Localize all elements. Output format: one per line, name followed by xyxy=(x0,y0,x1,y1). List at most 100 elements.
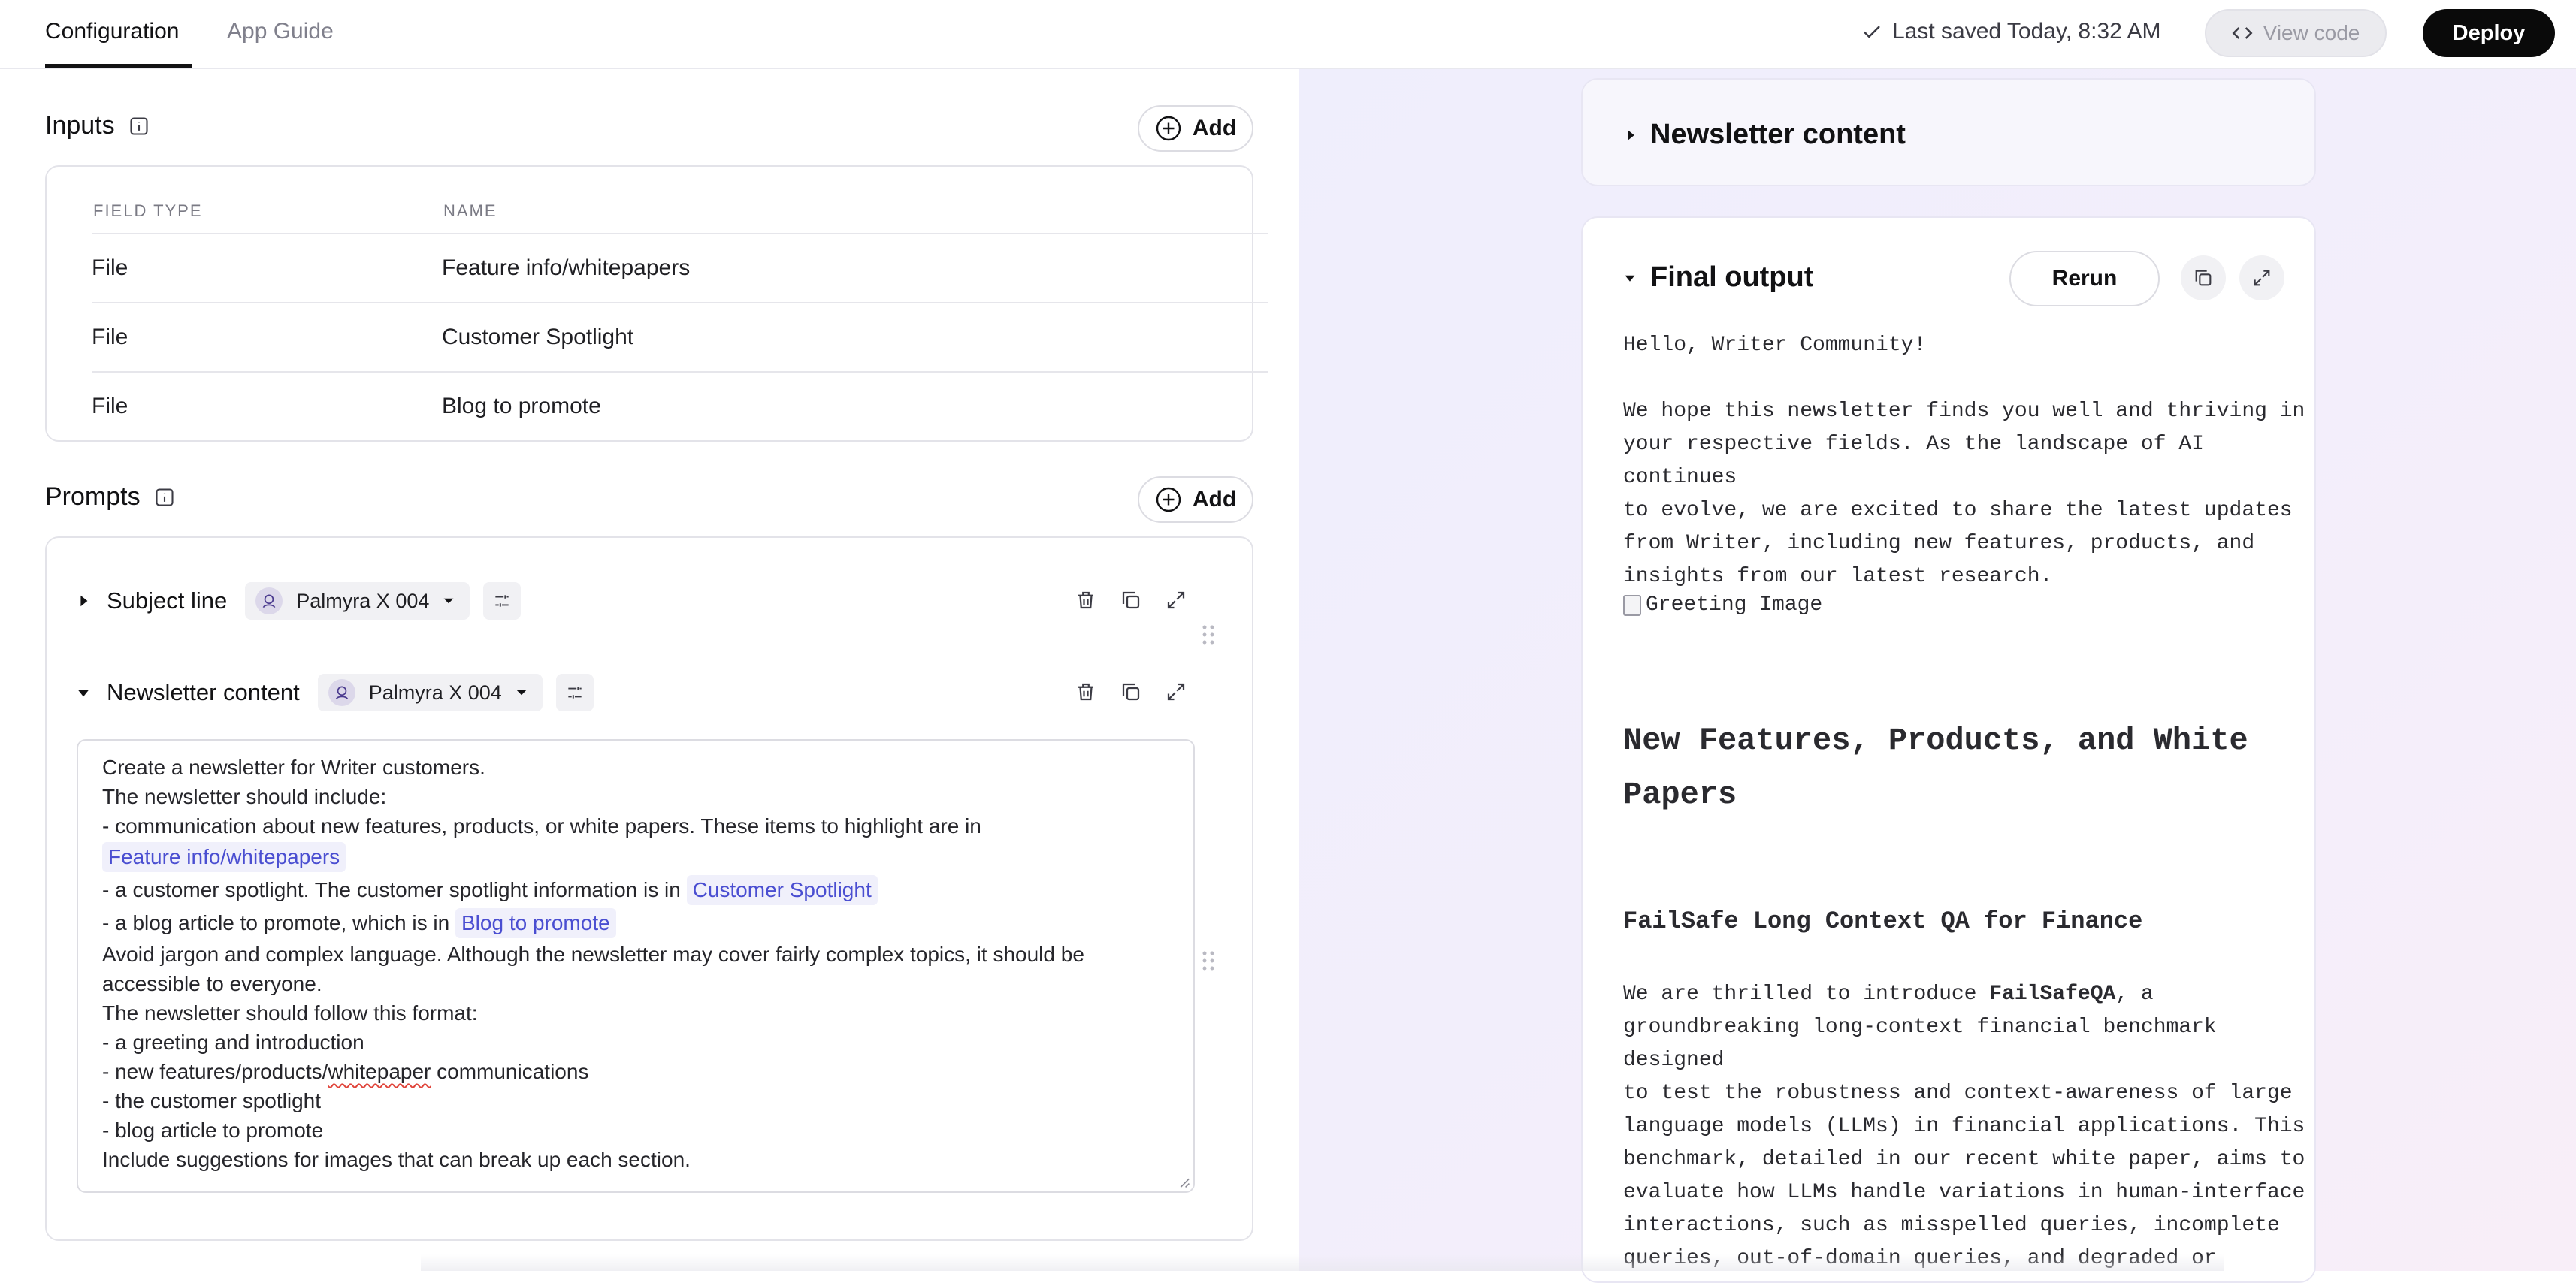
output-bold-text: FailSafeQA xyxy=(1989,983,2116,1006)
table-row[interactable]: File Blog to promote xyxy=(92,371,1268,440)
column-header-name: NAME xyxy=(443,201,497,220)
output-line: your respective fields. As the landscape… xyxy=(1623,433,2204,489)
drag-handle-icon[interactable] xyxy=(1201,623,1216,646)
rerun-button[interactable]: Rerun xyxy=(2009,251,2160,306)
prompt-text: - new features/products/ xyxy=(102,1060,328,1083)
deploy-button[interactable]: Deploy xyxy=(2423,9,2555,57)
expand-icon xyxy=(2254,270,2270,286)
plus-circle-icon xyxy=(1156,487,1181,512)
chevron-down-icon xyxy=(516,690,527,696)
drag-handle-icon[interactable] xyxy=(1201,949,1216,972)
resize-handle-icon[interactable] xyxy=(1178,1176,1190,1188)
view-code-label: View code xyxy=(2263,21,2360,44)
prompt-actions xyxy=(1075,589,1187,611)
output-line: to test the robustness and context-aware… xyxy=(1623,1082,2293,1105)
prompt-title: Newsletter content xyxy=(107,679,300,705)
tab-configuration[interactable]: Configuration xyxy=(45,17,192,68)
output-card-newsletter-content[interactable]: Newsletter content xyxy=(1581,78,2316,186)
final-output-header[interactable]: Final output xyxy=(1623,261,1813,294)
column-header-field-type: FIELD TYPE xyxy=(93,201,203,220)
field-type-cell: File xyxy=(92,325,128,349)
checkmark-icon xyxy=(1864,26,1880,38)
prompt-line: - a customer spotlight. The customer spo… xyxy=(102,874,1169,907)
sliders-icon xyxy=(568,687,582,699)
caret-right-icon[interactable] xyxy=(1625,128,1637,142)
palmyra-logo-icon xyxy=(255,587,283,614)
table-row[interactable]: File Feature info/whitepapers xyxy=(92,233,1268,302)
prompt-line: Create a newsletter for Writer customers… xyxy=(102,756,485,779)
prompt-line: Avoid jargon and complex language. Altho… xyxy=(102,943,1084,966)
settings-sliders-button[interactable] xyxy=(483,582,522,620)
field-name-cell: Blog to promote xyxy=(442,394,601,418)
table-row[interactable]: File Customer Spotlight xyxy=(92,302,1268,371)
variable-chip[interactable]: Blog to promote xyxy=(455,908,616,938)
prompt-subject-line[interactable]: Subject line Palmyra X 004 xyxy=(77,580,522,622)
prompt-line: - blog article to promote xyxy=(102,1118,324,1142)
inputs-section-header: Inputs xyxy=(45,111,150,140)
add-prompt-button[interactable]: Add xyxy=(1138,476,1253,523)
prompt-line: accessible to everyone. xyxy=(102,972,322,995)
output-card-title: Newsletter content xyxy=(1650,119,1906,150)
scroll-shadow xyxy=(421,1254,2224,1271)
model-selector[interactable]: Palmyra X 004 xyxy=(317,674,543,711)
output-subheading: FailSafe Long Context QA for Finance xyxy=(1623,907,2143,935)
caret-right-icon[interactable] xyxy=(77,594,90,608)
final-output-title: Final output xyxy=(1650,261,1814,293)
copy-button[interactable] xyxy=(2181,255,2226,300)
spellcheck-word[interactable]: whitepaper xyxy=(328,1060,431,1083)
palmyra-logo-icon xyxy=(328,679,355,706)
prompt-text: - a blog article to promote, which is in xyxy=(102,911,450,934)
field-name-cell: Feature info/whitepapers xyxy=(442,255,691,280)
plus-circle-icon xyxy=(1156,116,1181,141)
caret-down-icon[interactable] xyxy=(1623,272,1637,284)
prompts-panel: Subject line Palmyra X 004 Newsletter co… xyxy=(45,536,1253,1241)
output-greeting: Hello, Writer Community! xyxy=(1623,334,1927,357)
field-type-cell: File xyxy=(92,394,128,418)
trash-icon[interactable] xyxy=(1075,681,1097,703)
prompt-text-editor[interactable]: Create a newsletter for Writer customers… xyxy=(77,739,1195,1193)
model-selector[interactable]: Palmyra X 004 xyxy=(245,582,470,620)
code-icon xyxy=(2232,27,2253,39)
trash-icon[interactable] xyxy=(1075,589,1097,611)
expand-icon[interactable] xyxy=(1165,681,1187,703)
prompt-line: The newsletter should include: xyxy=(102,785,387,808)
inputs-table: FIELD TYPE NAME File Feature info/whitep… xyxy=(45,165,1268,442)
output-line: groundbreaking long-context financial be… xyxy=(1623,1016,2217,1072)
duplicate-icon[interactable] xyxy=(1120,589,1142,611)
prompt-line: - a greeting and introduction xyxy=(102,1031,364,1054)
variable-chip[interactable]: Customer Spotlight xyxy=(686,875,878,905)
prompt-title: Subject line xyxy=(107,587,228,614)
top-bar: Configuration App Guide Last saved Today… xyxy=(0,0,2576,69)
prompt-line: The newsletter should follow this format… xyxy=(102,1001,478,1025)
add-input-button[interactable]: Add xyxy=(1138,105,1253,152)
output-paragraph: We are thrilled to introduce FailSafeQA,… xyxy=(1623,978,2314,1275)
broken-image: Greeting Image xyxy=(1623,593,1822,617)
chevron-down-icon xyxy=(443,598,454,604)
expand-output-button[interactable] xyxy=(2239,255,2284,300)
output-line: evaluate how LLMs handle variations in h… xyxy=(1623,1181,2305,1204)
expand-icon[interactable] xyxy=(1165,589,1187,611)
prompt-line: - a blog article to promote, which is in… xyxy=(102,907,1169,940)
output-line: interactions, such as misspelled queries… xyxy=(1623,1214,2280,1237)
variable-chip[interactable]: Feature info/whitepapers xyxy=(102,842,346,872)
prompt-line: Include suggestions for images that can … xyxy=(102,1148,691,1171)
settings-sliders-button[interactable] xyxy=(555,674,594,711)
tab-app-guide[interactable]: App Guide xyxy=(227,17,334,68)
output-line: insights from our latest research. xyxy=(1623,565,2053,588)
duplicate-icon[interactable] xyxy=(1120,681,1142,703)
output-card-header[interactable]: Newsletter content xyxy=(1625,119,1906,151)
model-name: Palmyra X 004 xyxy=(368,681,502,704)
save-status: Last saved Today, 8:32 AM xyxy=(1861,17,2160,47)
prompt-newsletter-content[interactable]: Newsletter content Palmyra X 004 xyxy=(77,672,594,714)
output-heading-line: Papers xyxy=(1623,777,1737,813)
output-heading-line: New Features, Products, and White xyxy=(1623,723,2248,759)
info-icon[interactable] xyxy=(154,487,175,508)
caret-down-icon[interactable] xyxy=(77,686,90,699)
view-code-button[interactable]: View code xyxy=(2205,9,2387,57)
output-heading: New Features, Products, and White Papers xyxy=(1623,714,2248,822)
broken-image-icon xyxy=(1623,594,1641,616)
model-name: Palmyra X 004 xyxy=(296,589,430,612)
info-icon[interactable] xyxy=(128,116,150,137)
output-line: language models (LLMs) in financial appl… xyxy=(1623,1115,2305,1138)
output-line: We hope this newsletter finds you well a… xyxy=(1623,400,2305,423)
